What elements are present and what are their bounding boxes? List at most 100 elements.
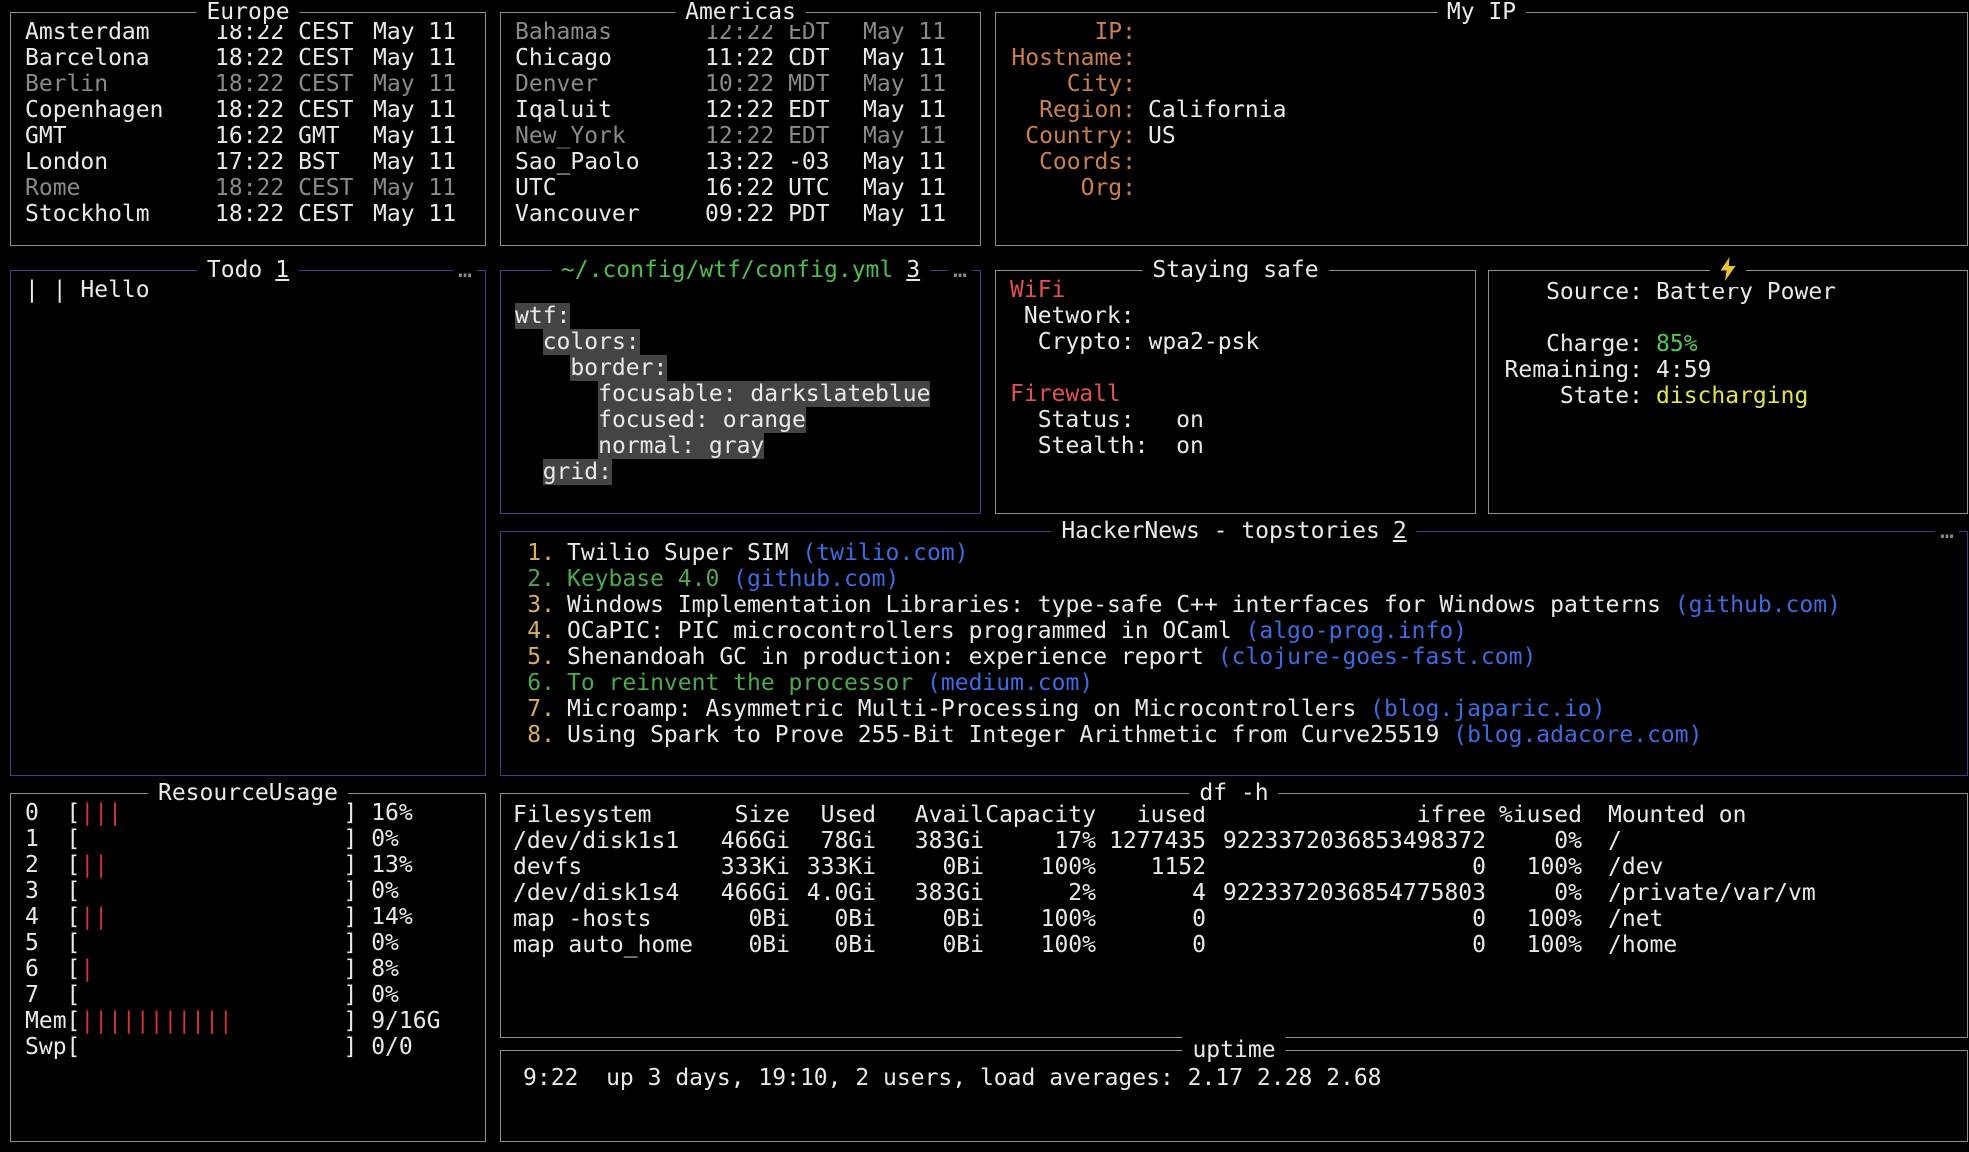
story-domain[interactable]: (medium.com) xyxy=(913,670,1093,696)
df-cell: 9223372036854775803 xyxy=(1206,880,1486,906)
resource-label: 2 [ xyxy=(25,852,80,878)
story-domain[interactable]: (blog.japaric.io) xyxy=(1356,696,1605,722)
df-cell: 0% xyxy=(1486,880,1582,906)
panel-title-text: ~/.config/wtf/config.yml xyxy=(561,257,893,283)
df-cell: 0 xyxy=(1206,906,1486,932)
df-cell: 0Bi xyxy=(790,906,876,932)
security-line: Firewall xyxy=(1010,381,1461,407)
panel-title-resource-usage: ResourceUsage xyxy=(148,780,348,806)
story-title[interactable]: Twilio Super SIM xyxy=(567,540,789,566)
wtf-terminal-dashboard: Europe Amsterdam18:22 CESTMay 11Barcelon… xyxy=(0,0,1969,1152)
panel-focus-number: 1 xyxy=(275,257,289,283)
df-cell: 333Ki xyxy=(790,854,876,880)
panel-title-df: df -h xyxy=(1189,780,1278,806)
story-title[interactable]: Windows Implementation Libraries: type-s… xyxy=(567,592,1661,618)
panel-title-config: ~/.config/wtf/config.yml 3 xyxy=(551,257,930,283)
ipinfo-value: California xyxy=(1148,97,1286,123)
df-cell: 0 xyxy=(1206,932,1486,958)
df-cell: 100% xyxy=(1486,932,1582,958)
df-cell: 2% xyxy=(984,880,1096,906)
clock-city: UTC xyxy=(515,175,705,201)
story-domain[interactable]: (algo-prog.info) xyxy=(1232,618,1467,644)
config-line-text: border: xyxy=(570,355,667,381)
ipinfo-label: City: xyxy=(1010,71,1136,97)
panel-df: df -h FilesystemSizeUsedAvailCapacityius… xyxy=(500,793,1968,1038)
story-title[interactable]: Using Spark to Prove 255-Bit Integer Ari… xyxy=(567,722,1439,748)
clock-city: Stockholm xyxy=(25,201,215,227)
clock-time: 13:22 -03 xyxy=(705,149,863,175)
df-cell: 100% xyxy=(984,932,1096,958)
battery-label: Source: xyxy=(1503,279,1643,305)
story-number: 5. xyxy=(515,644,555,670)
clock-city: Rome xyxy=(25,175,215,201)
resource-value: 16% xyxy=(371,800,413,826)
clock-time: 18:22 CEST xyxy=(215,175,373,201)
clock-city: Denver xyxy=(515,71,705,97)
story-title[interactable]: Microamp: Asymmetric Multi-Processing on… xyxy=(567,696,1356,722)
df-cell: map auto_home xyxy=(513,932,683,958)
battery-row: Charge:85% xyxy=(1503,331,1953,357)
clock-date: May 11 xyxy=(373,97,456,123)
df-cell: 0 xyxy=(1206,854,1486,880)
clock-row: Rome18:22 CESTMay 11 xyxy=(25,175,471,201)
panel-hackernews[interactable]: HackerNews - topstories2 … 1.Twilio Supe… xyxy=(500,531,1968,776)
hackernews-story[interactable]: 4.OCaPIC: PIC microcontrollers programme… xyxy=(515,618,1953,644)
df-cell: 0Bi xyxy=(876,906,984,932)
security-line: Status: on xyxy=(1010,407,1461,433)
clock-city: Iqaluit xyxy=(515,97,705,123)
todo-checkbox[interactable]: | | xyxy=(25,277,67,303)
panel-todo[interactable]: Todo1 … | | Hello xyxy=(10,270,486,776)
battery-value: discharging xyxy=(1656,383,1808,409)
clock-time: 16:22 GMT xyxy=(215,123,373,149)
resource-bar-space: ] xyxy=(80,878,371,904)
hackernews-story[interactable]: 3. Windows Implementation Libraries: type… xyxy=(515,592,1953,618)
story-domain[interactable]: (github.com) xyxy=(719,566,899,592)
config-line-text: focusable: darkslateblue xyxy=(598,381,930,407)
config-line: colors: xyxy=(515,329,966,355)
story-domain[interactable]: (github.com) xyxy=(1661,592,1841,618)
clock-time: 18:22 CEST xyxy=(215,201,373,227)
hackernews-story[interactable]: 8.Using Spark to Prove 255-Bit Integer A… xyxy=(515,722,1953,748)
story-title[interactable]: OCaPIC: PIC microcontrollers programmed … xyxy=(567,618,1232,644)
panel-title-text: Americas xyxy=(685,0,796,25)
story-domain[interactable]: (twilio.com) xyxy=(789,540,969,566)
df-cell: 1277435 xyxy=(1096,828,1206,854)
story-number: 3. xyxy=(515,592,555,618)
battery-row xyxy=(1503,305,1953,331)
story-domain[interactable]: (blog.adacore.com) xyxy=(1439,722,1702,748)
story-domain[interactable]: (clojure-goes-fast.com) xyxy=(1204,644,1536,670)
clock-row: GMT16:22 GMTMay 11 xyxy=(25,123,471,149)
battery-value: Battery Power xyxy=(1656,279,1836,305)
clock-city: Amsterdam xyxy=(25,19,215,45)
df-cell: 100% xyxy=(984,906,1096,932)
hackernews-story[interactable]: 2.Keybase 4.0 (github.com) xyxy=(515,566,1953,592)
resource-row: Mem[||||||||||| ] 9/16G xyxy=(25,1008,471,1034)
ipinfo-label: Region: xyxy=(1010,97,1136,123)
df-data-row: devfs333Ki333Ki0Bi100%11520100%/dev xyxy=(513,854,1955,880)
clock-time: 11:22 CDT xyxy=(705,45,863,71)
story-title[interactable]: To reinvent the processor xyxy=(567,670,913,696)
story-title[interactable]: Keybase 4.0 xyxy=(567,566,719,592)
panel-clocks-americas: Americas Bahamas12:22 EDTMay 11Chicago11… xyxy=(500,12,981,246)
df-cell: 0Bi xyxy=(683,906,790,932)
clock-date: May 11 xyxy=(373,175,456,201)
clock-date: May 11 xyxy=(863,123,946,149)
hackernews-story[interactable]: 5. Shenandoah GC in production: experienc… xyxy=(515,644,1953,670)
hackernews-story[interactable]: 7. Microamp: Asymmetric Multi-Processing … xyxy=(515,696,1953,722)
hackernews-story[interactable]: 6. To reinvent the processor (medium.com) xyxy=(515,670,1953,696)
config-line: normal: gray xyxy=(515,433,966,459)
config-line: grid: xyxy=(515,459,966,485)
panel-title-text: Staying safe xyxy=(1152,257,1318,283)
story-number: 6. xyxy=(515,670,555,696)
clock-row: UTC16:22 UTCMay 11 xyxy=(515,175,966,201)
story-number: 7. xyxy=(515,696,555,722)
panel-config-file[interactable]: ~/.config/wtf/config.yml3 … wtf: colors:… xyxy=(500,270,981,514)
df-header-cell: Used xyxy=(790,802,876,828)
story-title[interactable]: Shenandoah GC in production: experience … xyxy=(567,644,1204,670)
resource-value: 8% xyxy=(371,956,399,982)
panel-title-battery xyxy=(1710,257,1746,287)
ipinfo-row: Country:US xyxy=(1010,123,1953,149)
clock-city: Barcelona xyxy=(25,45,215,71)
panel-focus-number: 3 xyxy=(906,257,920,283)
clock-date: May 11 xyxy=(373,71,456,97)
